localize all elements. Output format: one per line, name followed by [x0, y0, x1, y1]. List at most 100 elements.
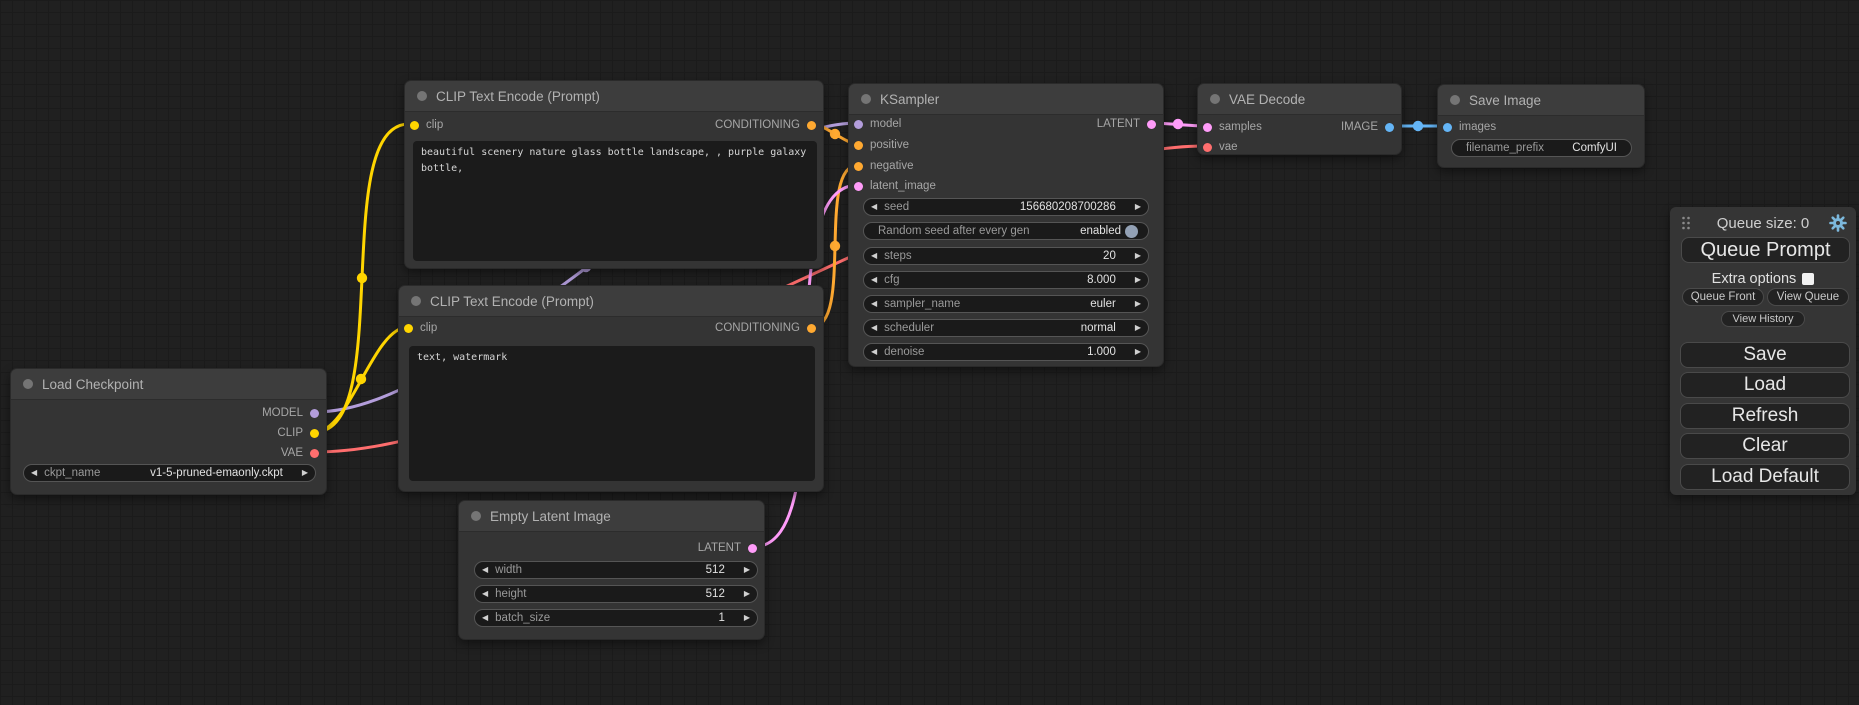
filename-prefix-widget[interactable]: filename_prefix ComfyUI — [1451, 139, 1632, 157]
model-input-port[interactable] — [854, 120, 863, 129]
node-header[interactable]: Save Image — [1438, 85, 1644, 116]
refresh-button[interactable]: Refresh — [1680, 403, 1850, 429]
increment-icon[interactable]: ▶ — [1128, 276, 1148, 284]
collapse-dot-icon[interactable] — [23, 379, 33, 389]
node-header[interactable]: Load Checkpoint — [11, 369, 326, 400]
denoise-widget[interactable]: ◀ denoise 1.000 ▶ — [863, 343, 1149, 361]
decrement-icon[interactable]: ◀ — [475, 614, 495, 622]
decrement-icon[interactable]: ◀ — [864, 348, 884, 356]
node-save-image[interactable]: Save Image images filename_prefix ComfyU… — [1437, 84, 1645, 168]
collapse-dot-icon[interactable] — [417, 91, 427, 101]
node-clip-text-encode-negative[interactable]: CLIP Text Encode (Prompt) clip CONDITION… — [398, 285, 824, 492]
ckpt-name-widget[interactable]: ◀ ckpt_name v1-5-pruned-emaonly.ckpt ▶ — [23, 464, 316, 482]
node-title: Empty Latent Image — [490, 509, 611, 524]
increment-icon[interactable]: ▶ — [737, 566, 757, 574]
negative-input-port[interactable] — [854, 162, 863, 171]
increment-icon[interactable]: ▶ — [1128, 348, 1148, 356]
vae-output-port[interactable] — [310, 449, 319, 458]
port-label: clip — [420, 322, 437, 334]
sampler-name-widget[interactable]: ◀ sampler_name euler ▶ — [863, 295, 1149, 313]
image-output-port[interactable] — [1385, 123, 1394, 132]
collapse-dot-icon[interactable] — [1450, 95, 1460, 105]
decrement-icon[interactable]: ◀ — [864, 324, 884, 332]
decrement-icon[interactable]: ◀ — [864, 300, 884, 308]
vae-input-port[interactable] — [1203, 143, 1212, 152]
save-button[interactable]: Save — [1680, 342, 1850, 368]
load-default-button[interactable]: Load Default — [1680, 464, 1850, 490]
widget-value: euler — [1090, 298, 1128, 310]
increment-icon[interactable]: ▶ — [1128, 203, 1148, 211]
samples-input-port[interactable] — [1203, 123, 1212, 132]
images-input-port[interactable] — [1443, 123, 1452, 132]
port-label: LATENT — [1097, 118, 1140, 130]
increment-icon[interactable]: ▶ — [1128, 252, 1148, 260]
increment-icon[interactable]: ▶ — [1128, 324, 1148, 332]
latent-output-port[interactable] — [1147, 120, 1156, 129]
clip-output-port[interactable] — [310, 429, 319, 438]
decrement-icon[interactable]: ◀ — [864, 276, 884, 284]
widget-label: seed — [884, 201, 909, 213]
widget-value: 512 — [706, 564, 737, 576]
clear-button[interactable]: Clear — [1680, 433, 1850, 459]
node-load-checkpoint[interactable]: Load Checkpoint MODEL CLIP VAE ◀ ckpt_na… — [10, 368, 327, 495]
widget-label: sampler_name — [884, 298, 960, 310]
height-widget[interactable]: ◀ height 512 ▶ — [474, 585, 758, 603]
extra-options-checkbox[interactable] — [1802, 273, 1814, 285]
scheduler-widget[interactable]: ◀ scheduler normal ▶ — [863, 319, 1149, 337]
node-title: CLIP Text Encode (Prompt) — [430, 294, 594, 309]
queue-prompt-button[interactable]: Queue Prompt — [1681, 237, 1850, 263]
conditioning-output-port[interactable] — [807, 121, 816, 130]
node-clip-text-encode-positive[interactable]: CLIP Text Encode (Prompt) clip CONDITION… — [404, 80, 824, 269]
widget-label: denoise — [884, 346, 924, 358]
node-title: KSampler — [880, 92, 939, 107]
increment-icon[interactable]: ▶ — [1128, 300, 1148, 308]
comfyui-graph-canvas[interactable]: Load Checkpoint MODEL CLIP VAE ◀ ckpt_na… — [0, 0, 1859, 705]
node-title: CLIP Text Encode (Prompt) — [436, 89, 600, 104]
port-label: negative — [870, 160, 913, 172]
toggle-icon[interactable] — [1125, 225, 1138, 238]
port-label: CLIP — [277, 427, 303, 439]
collapse-dot-icon[interactable] — [1210, 94, 1220, 104]
batch-size-widget[interactable]: ◀ batch_size 1 ▶ — [474, 609, 758, 627]
node-header[interactable]: CLIP Text Encode (Prompt) — [399, 286, 823, 317]
model-output-port[interactable] — [310, 409, 319, 418]
decrement-icon[interactable]: ◀ — [864, 252, 884, 260]
widget-value: v1-5-pruned-emaonly.ckpt — [150, 467, 295, 479]
node-empty-latent-image[interactable]: Empty Latent Image LATENT ◀ width 512 ▶ … — [458, 500, 765, 640]
latent-output-port[interactable] — [748, 544, 757, 553]
node-header[interactable]: CLIP Text Encode (Prompt) — [405, 81, 823, 112]
prompt-text-area[interactable]: text, watermark — [409, 346, 815, 481]
conditioning-output-port[interactable] — [807, 324, 816, 333]
node-header[interactable]: VAE Decode — [1198, 84, 1401, 115]
steps-widget[interactable]: ◀ steps 20 ▶ — [863, 247, 1149, 265]
positive-input-port[interactable] — [854, 141, 863, 150]
collapse-dot-icon[interactable] — [471, 511, 481, 521]
decrement-icon[interactable]: ◀ — [864, 203, 884, 211]
random-seed-widget[interactable]: Random seed after every gen enabled — [863, 222, 1149, 240]
decrement-icon[interactable]: ◀ — [24, 469, 44, 477]
increment-icon[interactable]: ▶ — [295, 469, 315, 477]
clip-input-port[interactable] — [404, 324, 413, 333]
collapse-dot-icon[interactable] — [861, 94, 871, 104]
increment-icon[interactable]: ▶ — [737, 590, 757, 598]
view-history-button[interactable]: View History — [1721, 311, 1805, 327]
cfg-widget[interactable]: ◀ cfg 8.000 ▶ — [863, 271, 1149, 289]
settings-gear-icon[interactable] — [1829, 214, 1847, 237]
width-widget[interactable]: ◀ width 512 ▶ — [474, 561, 758, 579]
node-vae-decode[interactable]: VAE Decode samples vae IMAGE — [1197, 83, 1402, 155]
node-header[interactable]: Empty Latent Image — [459, 501, 764, 532]
node-ksampler[interactable]: KSampler model positive negative latent_… — [848, 83, 1164, 367]
latent-image-input-port[interactable] — [854, 182, 863, 191]
port-label: VAE — [281, 447, 303, 459]
clip-input-port[interactable] — [410, 121, 419, 130]
node-header[interactable]: KSampler — [849, 84, 1163, 115]
decrement-icon[interactable]: ◀ — [475, 590, 495, 598]
prompt-text-area[interactable]: beautiful scenery nature glass bottle la… — [413, 141, 817, 261]
load-button[interactable]: Load — [1680, 372, 1850, 398]
seed-widget[interactable]: ◀ seed 156680208700286 ▶ — [863, 198, 1149, 216]
increment-icon[interactable]: ▶ — [737, 614, 757, 622]
collapse-dot-icon[interactable] — [411, 296, 421, 306]
queue-front-button[interactable]: Queue Front — [1682, 288, 1764, 306]
view-queue-button[interactable]: View Queue — [1767, 288, 1849, 306]
decrement-icon[interactable]: ◀ — [475, 566, 495, 574]
